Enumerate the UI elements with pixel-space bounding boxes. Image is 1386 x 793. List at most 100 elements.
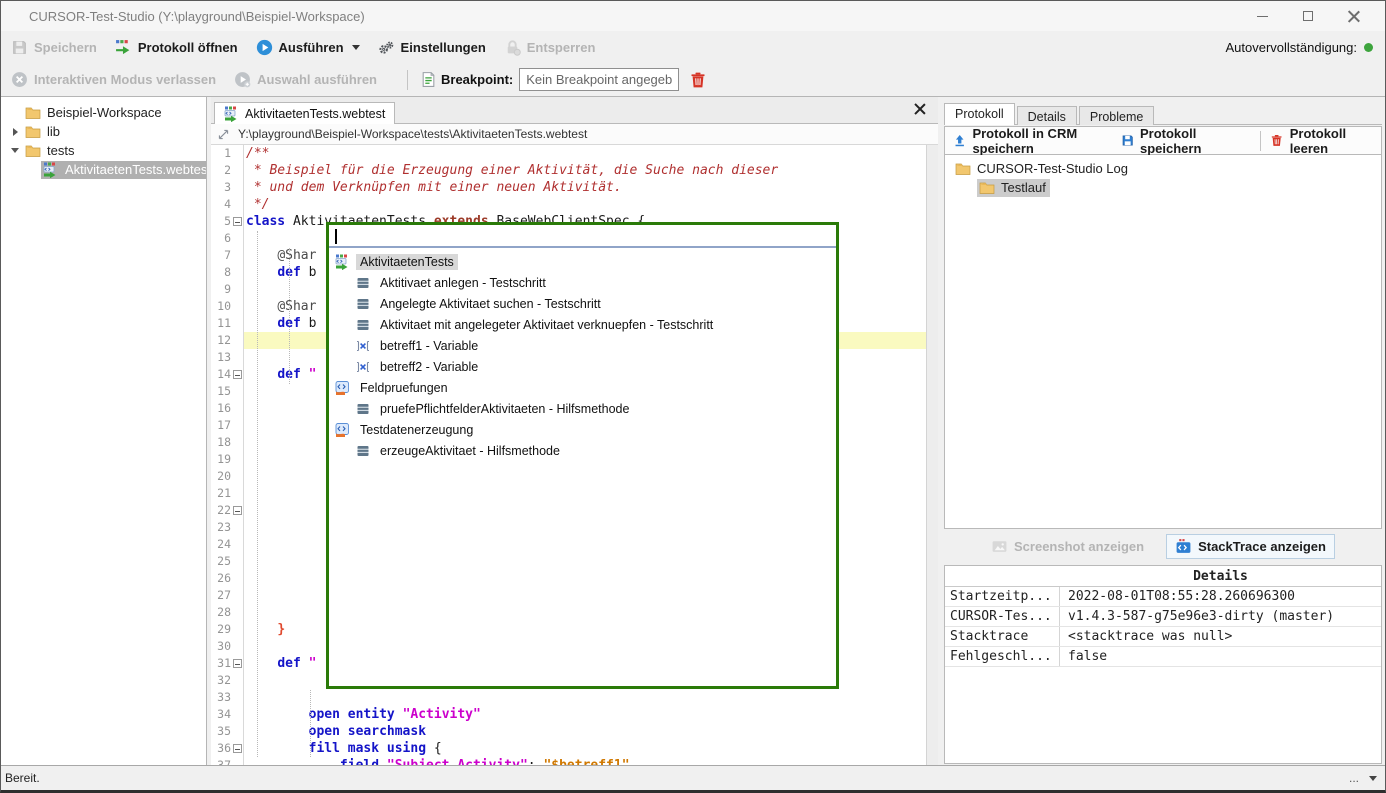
- fold-marker-icon[interactable]: [233, 506, 242, 515]
- status-overflow[interactable]: ...: [1349, 771, 1359, 785]
- code-line[interactable]: 34 open entity "Activity": [211, 706, 926, 723]
- log-tree-item[interactable]: Testlauf: [945, 178, 1381, 197]
- text-caret: [335, 229, 337, 244]
- save-protocol-to-crm-button[interactable]: Protokoll in CRM speichern: [953, 126, 1107, 156]
- folder-icon: [955, 161, 971, 177]
- save-button[interactable]: Speichern: [11, 39, 97, 56]
- editor-tab-close-icon[interactable]: [912, 101, 928, 117]
- code-line[interactable]: 37 field "Subject_Activity": "$betreff1": [211, 757, 926, 765]
- line-number: 20: [217, 468, 231, 485]
- tree-item[interactable]: lib: [1, 122, 206, 141]
- popup-item[interactable]: Aktivitaet mit angelegeter Aktivitaet ve…: [329, 314, 836, 335]
- chevron-right-icon[interactable]: [7, 128, 23, 136]
- line-number: 17: [217, 417, 231, 434]
- save-protocol-label: Protokoll speichern: [1140, 126, 1236, 156]
- popup-item[interactable]: Angelegte Aktivitaet suchen - Testschrit…: [329, 293, 836, 314]
- popup-item-label: Angelegte Aktivitaet suchen - Testschrit…: [376, 296, 605, 312]
- status-caret-icon[interactable]: [1369, 776, 1377, 781]
- code-line[interactable]: 33: [211, 689, 926, 706]
- folder-icon: [25, 124, 41, 140]
- run-dropdown-caret-icon[interactable]: [352, 45, 360, 50]
- line-number: 13: [217, 349, 231, 366]
- show-screenshot-button[interactable]: Screenshot anzeigen: [991, 538, 1144, 555]
- code-line[interactable]: 36 fill mask using {: [211, 740, 926, 757]
- settings-button[interactable]: Einstellungen: [378, 39, 486, 56]
- popup-filter-input[interactable]: [329, 225, 836, 248]
- code-line[interactable]: 2 * Beispiel für die Erzeugung einer Akt…: [211, 162, 926, 179]
- expand-icon[interactable]: [217, 128, 230, 141]
- fold-marker-icon[interactable]: [233, 370, 242, 379]
- trash-icon: [689, 71, 707, 89]
- teststep-icon: [355, 317, 371, 333]
- show-stacktrace-button[interactable]: StackTrace anzeigen: [1166, 534, 1335, 559]
- popup-item[interactable]: betreff1 - Variable: [329, 335, 836, 356]
- code-line[interactable]: 4 */: [211, 196, 926, 213]
- log-tree-item-label: Testlauf: [1001, 180, 1046, 195]
- fold-marker-icon[interactable]: [233, 659, 242, 668]
- webtest-file-icon: [224, 106, 240, 122]
- fold-marker-icon[interactable]: [233, 217, 242, 226]
- code-line[interactable]: 3 * und dem Verknüpfen mit einer neuen A…: [211, 179, 926, 196]
- line-number: 21: [217, 485, 231, 502]
- maximize-button[interactable]: [1285, 1, 1331, 31]
- tab-details[interactable]: Details: [1017, 106, 1077, 125]
- line-number: 6: [224, 230, 231, 247]
- save-protocol-button[interactable]: Protokoll speichern: [1121, 126, 1236, 156]
- editor-path-bar: Y:\playground\Beispiel-Workspace\tests\A…: [211, 124, 938, 145]
- breakpoint-input[interactable]: [519, 68, 679, 91]
- run-selection-button[interactable]: Auswahl ausführen: [234, 71, 377, 88]
- tab-protokoll[interactable]: Protokoll: [944, 103, 1015, 125]
- popup-item[interactable]: pruefePflichtfelderAktivitaeten - Hilfsm…: [329, 398, 836, 419]
- line-number-gutter: 19: [211, 451, 244, 468]
- save-label: Speichern: [34, 40, 97, 55]
- popup-item[interactable]: betreff2 - Variable: [329, 356, 836, 377]
- popup-item[interactable]: Feldpruefungen: [329, 377, 836, 398]
- teststep-icon: [355, 296, 371, 312]
- line-number-gutter: 13: [211, 349, 244, 366]
- log-tree-item[interactable]: CURSOR-Test-Studio Log: [945, 159, 1381, 178]
- line-number-gutter: 12: [211, 332, 244, 349]
- teststep-icon: [355, 275, 371, 291]
- line-number: 19: [217, 451, 231, 468]
- line-number-gutter: 5: [211, 213, 244, 230]
- code-line[interactable]: 1/**: [211, 145, 926, 162]
- popup-item[interactable]: Aktitivaet anlegen - Testschritt: [329, 272, 836, 293]
- folder-icon: [25, 143, 41, 159]
- tree-item[interactable]: AktivitaetenTests.webtest: [1, 160, 206, 179]
- popup-item-label: Feldpruefungen: [356, 380, 452, 396]
- tree-item[interactable]: tests: [1, 141, 206, 160]
- popup-item[interactable]: AktivitaetenTests: [329, 251, 836, 272]
- close-button[interactable]: [1331, 1, 1377, 31]
- folder-icon: [979, 180, 995, 196]
- line-number: 12: [217, 332, 231, 349]
- popup-item-label: Aktivitaet mit angelegeter Aktivitaet ve…: [376, 317, 717, 333]
- line-number-gutter: 35: [211, 723, 244, 740]
- chevron-down-icon[interactable]: [7, 148, 23, 153]
- code-line[interactable]: 35 open searchmask: [211, 723, 926, 740]
- detail-key: Startzeitp...: [945, 587, 1060, 606]
- clear-protocol-button[interactable]: Protokoll leeren: [1270, 126, 1367, 156]
- line-number: 16: [217, 400, 231, 417]
- popup-item[interactable]: erzeugeAktivitaet - Hilfsmethode: [329, 440, 836, 461]
- tab-probleme[interactable]: Probleme: [1079, 106, 1155, 125]
- open-protocol-button[interactable]: Protokoll öffnen: [115, 39, 238, 56]
- status-message: Bereit.: [5, 771, 40, 785]
- save-protocol-to-crm-label: Protokoll in CRM speichern: [972, 126, 1106, 156]
- editor-vertical-scrollbar[interactable]: [926, 145, 938, 765]
- fold-marker-icon[interactable]: [233, 744, 242, 753]
- leave-interactive-mode-button[interactable]: Interaktiven Modus verlassen: [11, 71, 216, 88]
- minimize-button[interactable]: [1239, 1, 1285, 31]
- table-row: Stacktrace<stacktrace was null>: [945, 627, 1381, 647]
- open-protocol-label: Protokoll öffnen: [138, 40, 238, 55]
- run-button[interactable]: Ausführen: [256, 39, 360, 56]
- editor-tab[interactable]: AktivitaetenTests.webtest: [214, 102, 395, 124]
- tree-item[interactable]: Beispiel-Workspace: [1, 103, 206, 122]
- unlock-button[interactable]: Entsperren: [504, 39, 596, 56]
- workspace-file-tree: Beispiel-Workspacelibtests AktivitaetenTe…: [1, 97, 207, 765]
- log-tree: CURSOR-Test-Studio Log Testlauf: [944, 155, 1382, 529]
- line-number: 22: [217, 502, 231, 519]
- tree-item-label: AktivitaetenTests.webtest: [65, 162, 207, 177]
- popup-item[interactable]: Testdatenerzeugung: [329, 419, 836, 440]
- code-text: fill mask using {: [244, 740, 926, 757]
- delete-breakpoint-button[interactable]: [689, 71, 707, 89]
